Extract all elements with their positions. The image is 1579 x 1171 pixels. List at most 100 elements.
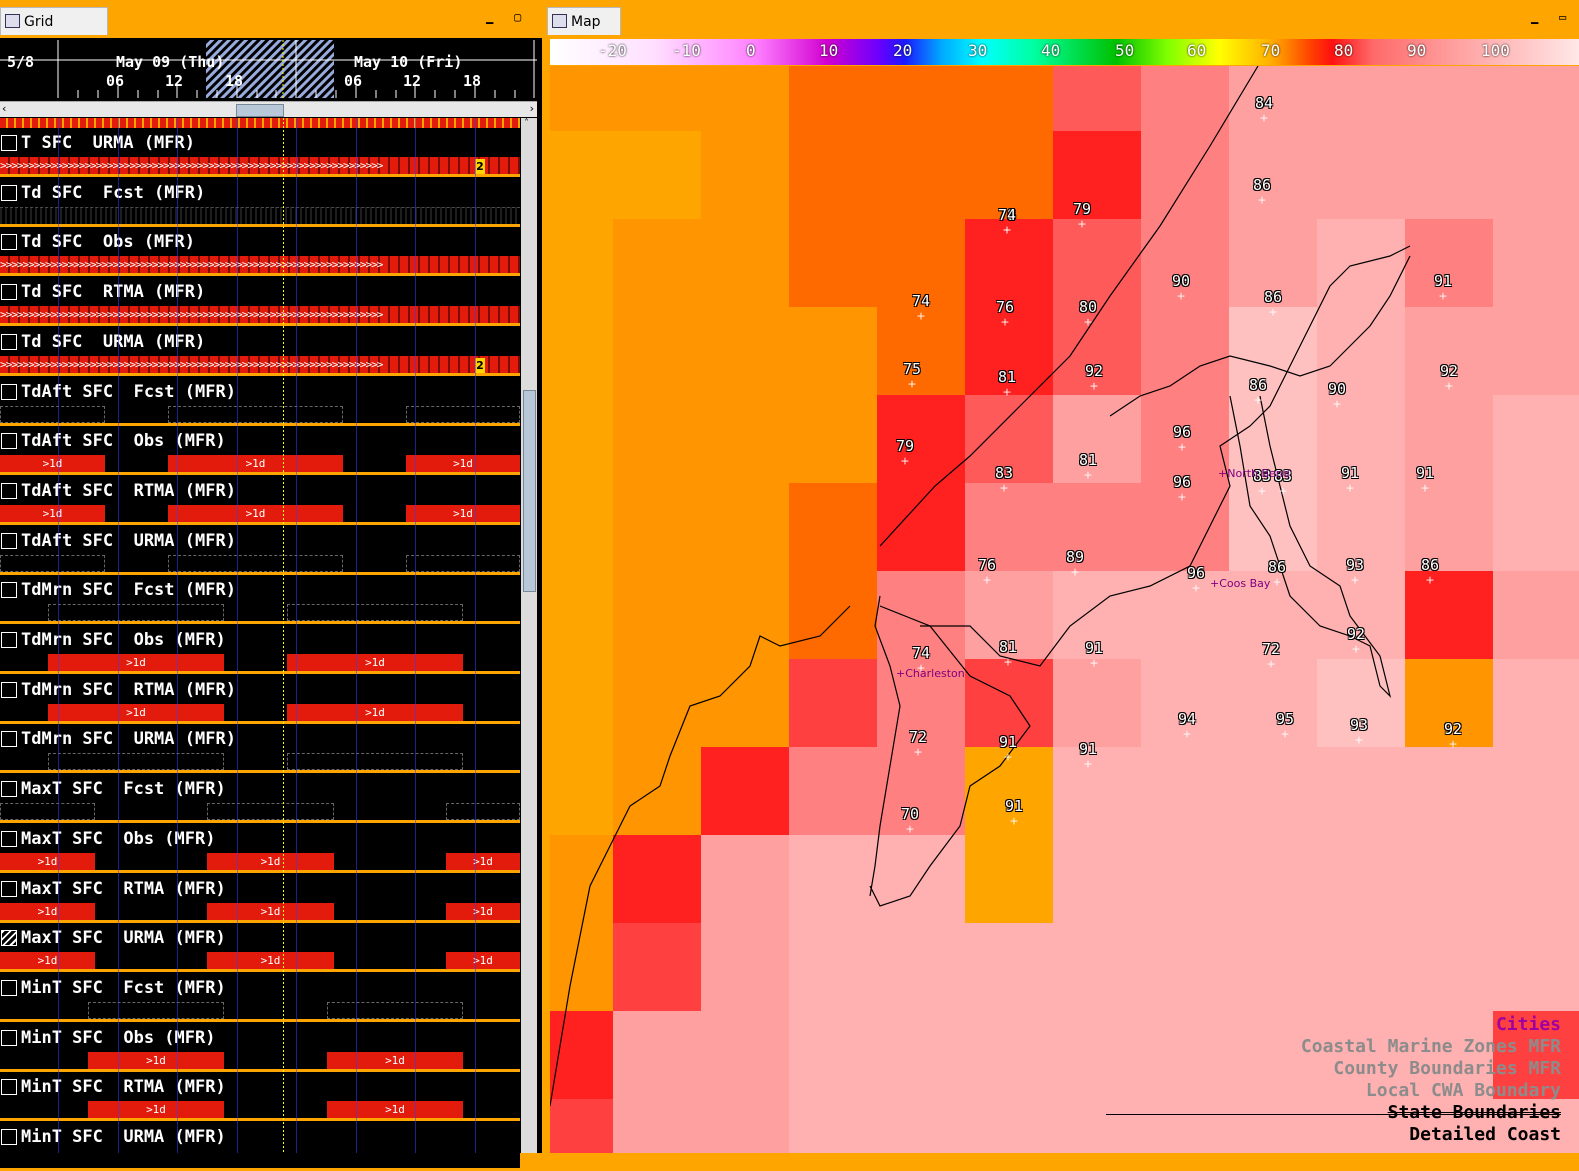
grid-row[interactable]: MaxT SFC URMA (MFR) >1d >1d >1d (0, 925, 520, 973)
grid-row[interactable]: TdAft SFC Fcst (MFR) (0, 378, 520, 426)
empty-grid-block[interactable] (88, 1001, 224, 1019)
grid-row[interactable]: MaxT SFC RTMA (MFR) >1d >1d >1d (0, 875, 520, 923)
empty-grid-block[interactable] (287, 604, 463, 622)
grid-row[interactable]: TdAft SFC URMA (MFR) (0, 527, 520, 575)
grid-row[interactable]: Td SFC URMA (MFR) >>>>>>>>>>>>>>>>>>>>>>>… (0, 328, 520, 376)
grid-row[interactable]: TdMrn SFC Obs (MFR) >1d >1d (0, 627, 520, 674)
empty-grid-block[interactable] (406, 405, 520, 423)
grid-block[interactable]: >1d (287, 703, 463, 722)
empty-grid-block[interactable] (168, 405, 343, 423)
row-checkbox[interactable] (1, 433, 17, 450)
grid-block[interactable]: >1d (406, 455, 520, 474)
grid-block[interactable]: >1d (0, 952, 95, 971)
grid-block[interactable]: >1d (406, 504, 520, 523)
row-checkbox[interactable] (1, 383, 17, 400)
grid-timeline-strip[interactable]: >>>>>>>>>>>>>>>>>>>>>>>>>>>>>>>>>>>>>>>>… (0, 157, 520, 175)
minimize-button[interactable]: ▁ (1531, 10, 1538, 24)
row-checkbox[interactable] (1, 880, 17, 897)
row-checkbox[interactable] (1, 333, 17, 350)
grid-block[interactable]: >1d (48, 654, 224, 672)
grid-block[interactable]: >1d (446, 852, 520, 871)
grid-block[interactable]: >1d (327, 1101, 463, 1120)
empty-grid-block[interactable] (0, 554, 105, 572)
grid-block[interactable]: >1d (0, 504, 105, 523)
row-checkbox[interactable] (1, 979, 17, 996)
map-canvas[interactable]: 84 +86 +90 +86 +91 +92 +86 +90 +92 +96 +83 +96 +91 +9… (550, 66, 1579, 1153)
city-north-bend[interactable]: +North Bend (1218, 468, 1290, 480)
empty-grid-block[interactable] (287, 753, 463, 771)
grid-block[interactable]: >1d (287, 654, 463, 672)
empty-grid-block[interactable] (48, 753, 224, 771)
grid-row[interactable]: T SFC URMA (MFR) >>>>>>>>>>>>>>>>>>>>>>>>… (0, 130, 520, 177)
scroll-right-icon[interactable]: › (530, 102, 534, 115)
map-legend-entry[interactable]: Coastal Marine Zones MFR (1301, 1036, 1561, 1057)
grid-row[interactable]: Td SFC Obs (MFR) >>>>>>>>>>>>>>>>>>>>>>>>… (0, 229, 520, 277)
vertical-scroll-thumb[interactable] (523, 390, 536, 592)
empty-grid-block[interactable] (207, 803, 334, 821)
row-checkbox[interactable] (1, 1029, 17, 1046)
grid-row[interactable]: MinT SFC RTMA (MFR) >1d >1d (0, 1074, 520, 1122)
grid-block[interactable]: >1d (207, 902, 334, 921)
empty-grid-block[interactable] (446, 803, 520, 821)
grid-block[interactable]: >1d (88, 1101, 224, 1120)
row-checkbox[interactable] (1, 135, 17, 151)
grid-block[interactable]: >1d (327, 1051, 463, 1070)
grid-row[interactable]: TdMrn SFC URMA (MFR) (0, 726, 520, 774)
row-checkbox[interactable] (1, 284, 17, 301)
minimize-button[interactable]: ▁ (486, 10, 493, 24)
row-checkbox[interactable] (1, 482, 17, 499)
row-checkbox[interactable] (1, 632, 17, 648)
row-checkbox[interactable] (1, 532, 17, 549)
maximize-button[interactable]: ▭ (1559, 10, 1566, 24)
row-checkbox[interactable] (1, 234, 17, 251)
row-checkbox[interactable] (1, 1129, 17, 1145)
grid-block[interactable]: >1d (207, 852, 334, 871)
grid-block[interactable]: >1d (0, 455, 105, 474)
scroll-up-icon[interactable]: ˄ (524, 118, 529, 129)
grid-row[interactable]: TdAft SFC Obs (MFR) >1d >1d >1d (0, 428, 520, 476)
grid-timeline-strip[interactable]: >>>>>>>>>>>>>>>>>>>>>>>>>>>>>>>>>>>>>>>>… (0, 306, 520, 325)
maximize-button[interactable]: ▢ (514, 10, 521, 24)
grid-row[interactable]: MinT SFC Fcst (MFR) (0, 974, 520, 1022)
grid-row[interactable]: MaxT SFC Fcst (MFR) (0, 776, 520, 824)
tab-grid-manager[interactable]: Grid Manager (0, 7, 108, 58)
grid-block[interactable]: >1d (0, 852, 95, 871)
grid-row[interactable]: Td SFC Fcst (MFR) (0, 179, 520, 227)
grid-row[interactable]: Td SFC RTMA (MFR) >>>>>>>>>>>>>>>>>>>>>>>… (0, 279, 520, 327)
grid-block[interactable]: >1d (446, 902, 520, 921)
vertical-scrollbar[interactable]: ˄ (521, 118, 537, 1153)
time-axis[interactable]: 5/8 May 09 (Thu) May 10 (Fri) 06 12 18 0… (0, 38, 537, 100)
row-checkbox[interactable] (1, 184, 17, 201)
grid-block[interactable]: >1d (48, 703, 224, 722)
grid-row[interactable]: TdAft SFC RTMA (MFR) >1d >1d >1d (0, 477, 520, 525)
grid-timeline-strip[interactable]: >>>>>>>>>>>>>>>>>>>>>>>>>>>>>>>>>>>>>>>>… (0, 256, 520, 275)
row-checkbox[interactable] (1, 681, 17, 698)
grid-block[interactable]: >1d (207, 952, 334, 971)
empty-grid-block[interactable] (0, 405, 105, 423)
horizontal-scrollbar[interactable]: ‹ › (0, 101, 537, 117)
row-checkbox[interactable] (1, 731, 17, 748)
scroll-left-icon[interactable]: ‹ (2, 102, 6, 115)
city-charleston[interactable]: +Charleston (896, 668, 965, 680)
row-checkbox[interactable] (1, 930, 17, 947)
empty-grid-block[interactable] (48, 604, 224, 622)
grid-row[interactable]: TdMrn SFC Fcst (MFR) (0, 577, 520, 625)
grid-row[interactable]: MinT SFC URMA (MFR) (0, 1124, 520, 1171)
empty-grid-block[interactable] (168, 554, 343, 572)
map-legend-entry[interactable]: County Boundaries MFR (1333, 1058, 1561, 1079)
tab-map[interactable]: Map ⊠ (547, 7, 621, 57)
map-legend-entry[interactable]: Local CWA Boundary (1366, 1080, 1561, 1101)
grid-block[interactable]: >1d (168, 455, 343, 474)
row-checkbox[interactable] (1, 781, 17, 798)
grid-row[interactable]: TdMrn SFC RTMA (MFR) >1d >1d (0, 676, 520, 724)
empty-grid-block[interactable] (406, 554, 520, 572)
grid-block[interactable]: >1d (0, 902, 95, 921)
map-legend-entry[interactable]: Cities (1496, 1014, 1561, 1035)
map-legend-entry[interactable]: State Boundaries (1388, 1102, 1561, 1123)
grid-block[interactable]: >1d (168, 504, 343, 523)
row-checkbox[interactable] (1, 830, 17, 847)
map-legend-entry[interactable]: Detailed Coast (1409, 1124, 1561, 1145)
row-checkbox[interactable] (1, 1079, 17, 1096)
grid-timeline-strip[interactable]: >>>>>>>>>>>>>>>>>>>>>>>>>>>>>>>>>>>>>>>>… (0, 355, 520, 374)
grid-row[interactable]: MaxT SFC Obs (MFR) >1d >1d >1d (0, 825, 520, 873)
